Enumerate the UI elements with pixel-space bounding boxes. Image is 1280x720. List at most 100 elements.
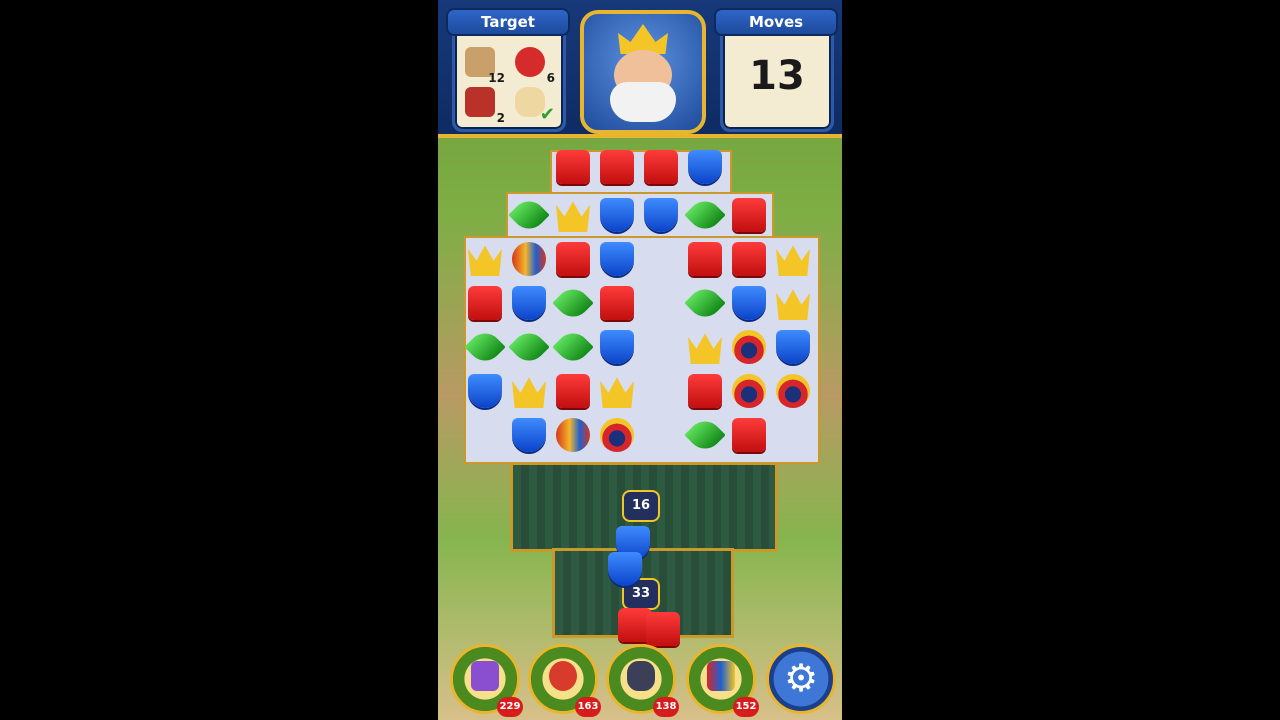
board-cell[interactable] [508, 414, 548, 454]
tile-jester-hat [600, 418, 634, 452]
king-portrait[interactable] [580, 10, 706, 134]
board-cell[interactable] [728, 238, 768, 278]
top-hud: 12 6 2 ✔ Target 13 Moves [438, 0, 842, 138]
board-cell[interactable] [596, 238, 636, 278]
tile-striped-egg [556, 418, 590, 452]
booster-hammer[interactable]: 229 [450, 644, 523, 717]
board-cell[interactable] [552, 238, 592, 278]
tile-red-cube [556, 242, 590, 276]
goal-count: 2 [496, 111, 505, 125]
booster-count: 229 [497, 697, 523, 717]
board-cell[interactable] [508, 326, 550, 368]
tile-blue-shield [644, 198, 678, 232]
board-cell[interactable] [772, 282, 812, 322]
tile-jester-hat [732, 374, 766, 408]
goal-parrot: 6 [511, 45, 555, 85]
game-board [464, 150, 820, 464]
tile-gold-crown [776, 245, 810, 276]
goal-bone: ✔ [511, 85, 555, 125]
board-cell[interactable] [552, 326, 594, 368]
board-cell[interactable] [508, 194, 550, 236]
board-cell[interactable] [728, 370, 768, 410]
board-cell[interactable] [772, 238, 812, 278]
gear-icon: ⚙ [783, 656, 819, 700]
board-cell[interactable] [464, 326, 506, 368]
booster-arrow[interactable]: 163 [528, 644, 601, 717]
tile-gold-crown [776, 289, 810, 320]
tile-red-cube [732, 198, 766, 232]
tile-red-cube[interactable] [646, 612, 680, 646]
board-cell[interactable] [728, 414, 768, 454]
board-cell[interactable] [728, 326, 768, 366]
tile-green-leaf [684, 282, 726, 324]
board-cell[interactable] [640, 146, 680, 186]
board-cell[interactable] [684, 146, 724, 186]
tile-jester-hat [732, 330, 766, 364]
booster-count: 138 [653, 697, 679, 717]
cannon-icon [627, 661, 655, 691]
board-cell[interactable] [684, 370, 724, 410]
booster-bar: 229 163 138 152 ⚙ [438, 644, 842, 720]
board-cell[interactable] [552, 414, 592, 454]
board-cell[interactable] [508, 238, 548, 278]
board-cell[interactable] [508, 282, 548, 322]
board-cell[interactable] [464, 282, 504, 322]
target-label: Target [446, 8, 570, 36]
board-cell[interactable] [640, 194, 680, 234]
board-cell[interactable] [464, 238, 504, 278]
board-cell[interactable] [552, 194, 592, 234]
tile-blue-shield [732, 286, 766, 320]
board-cell[interactable] [728, 282, 768, 322]
board-cell[interactable] [464, 370, 504, 410]
counter-badge-top: 16 [622, 490, 660, 522]
tile-blue-shield [512, 286, 546, 320]
board-cell[interactable] [772, 326, 812, 366]
game-screen: 12 6 2 ✔ Target 13 Moves 16 33 229 163 1… [438, 0, 842, 720]
board-cell[interactable] [728, 194, 768, 234]
booster-jester-hat[interactable]: 152 [686, 644, 759, 717]
tile-red-cube [556, 374, 590, 408]
tile-blue-shield [600, 242, 634, 276]
hammer-icon [471, 661, 499, 691]
settings-button[interactable]: ⚙ [766, 644, 836, 714]
moves-count: 13 [749, 53, 805, 99]
tile-gold-crown [512, 377, 546, 408]
board-cell[interactable] [684, 194, 726, 236]
board-cell[interactable] [552, 146, 592, 186]
tile-green-leaf [684, 414, 726, 456]
tile-green-leaf [552, 326, 594, 368]
dog-house-icon [465, 87, 495, 117]
booster-cannon[interactable]: 138 [606, 644, 679, 717]
tile-red-cube [688, 242, 722, 276]
board-cell[interactable] [684, 238, 724, 278]
tile-gold-crown [600, 377, 634, 408]
board-cell[interactable] [684, 414, 726, 456]
tile-green-leaf [684, 194, 726, 236]
board-cell[interactable] [596, 194, 636, 234]
tile-blue-shield[interactable] [608, 552, 642, 586]
board-cell[interactable] [772, 370, 812, 410]
board-cell[interactable] [684, 282, 726, 324]
goal-count: 12 [488, 71, 505, 85]
tile-blue-shield [468, 374, 502, 408]
board-cell[interactable] [684, 326, 724, 366]
parrot-icon [515, 47, 545, 77]
board-cell[interactable] [508, 370, 548, 410]
tile-red-cube [600, 286, 634, 320]
tile-blue-shield [688, 150, 722, 184]
board-cell[interactable] [596, 282, 636, 322]
board-cell[interactable] [552, 370, 592, 410]
check-icon: ✔ [539, 104, 555, 125]
board-cell[interactable] [596, 326, 636, 366]
board-cell[interactable] [552, 282, 594, 324]
tile-gold-crown [688, 333, 722, 364]
arrow-icon [549, 661, 577, 691]
tile-blue-shield [776, 330, 810, 364]
tile-gold-crown [468, 245, 502, 276]
booster-count: 163 [575, 697, 601, 717]
tile-red-cube [732, 242, 766, 276]
goal-dog-house: 2 [461, 85, 505, 125]
board-cell[interactable] [596, 414, 636, 454]
board-cell[interactable] [596, 370, 636, 410]
board-cell[interactable] [596, 146, 636, 186]
